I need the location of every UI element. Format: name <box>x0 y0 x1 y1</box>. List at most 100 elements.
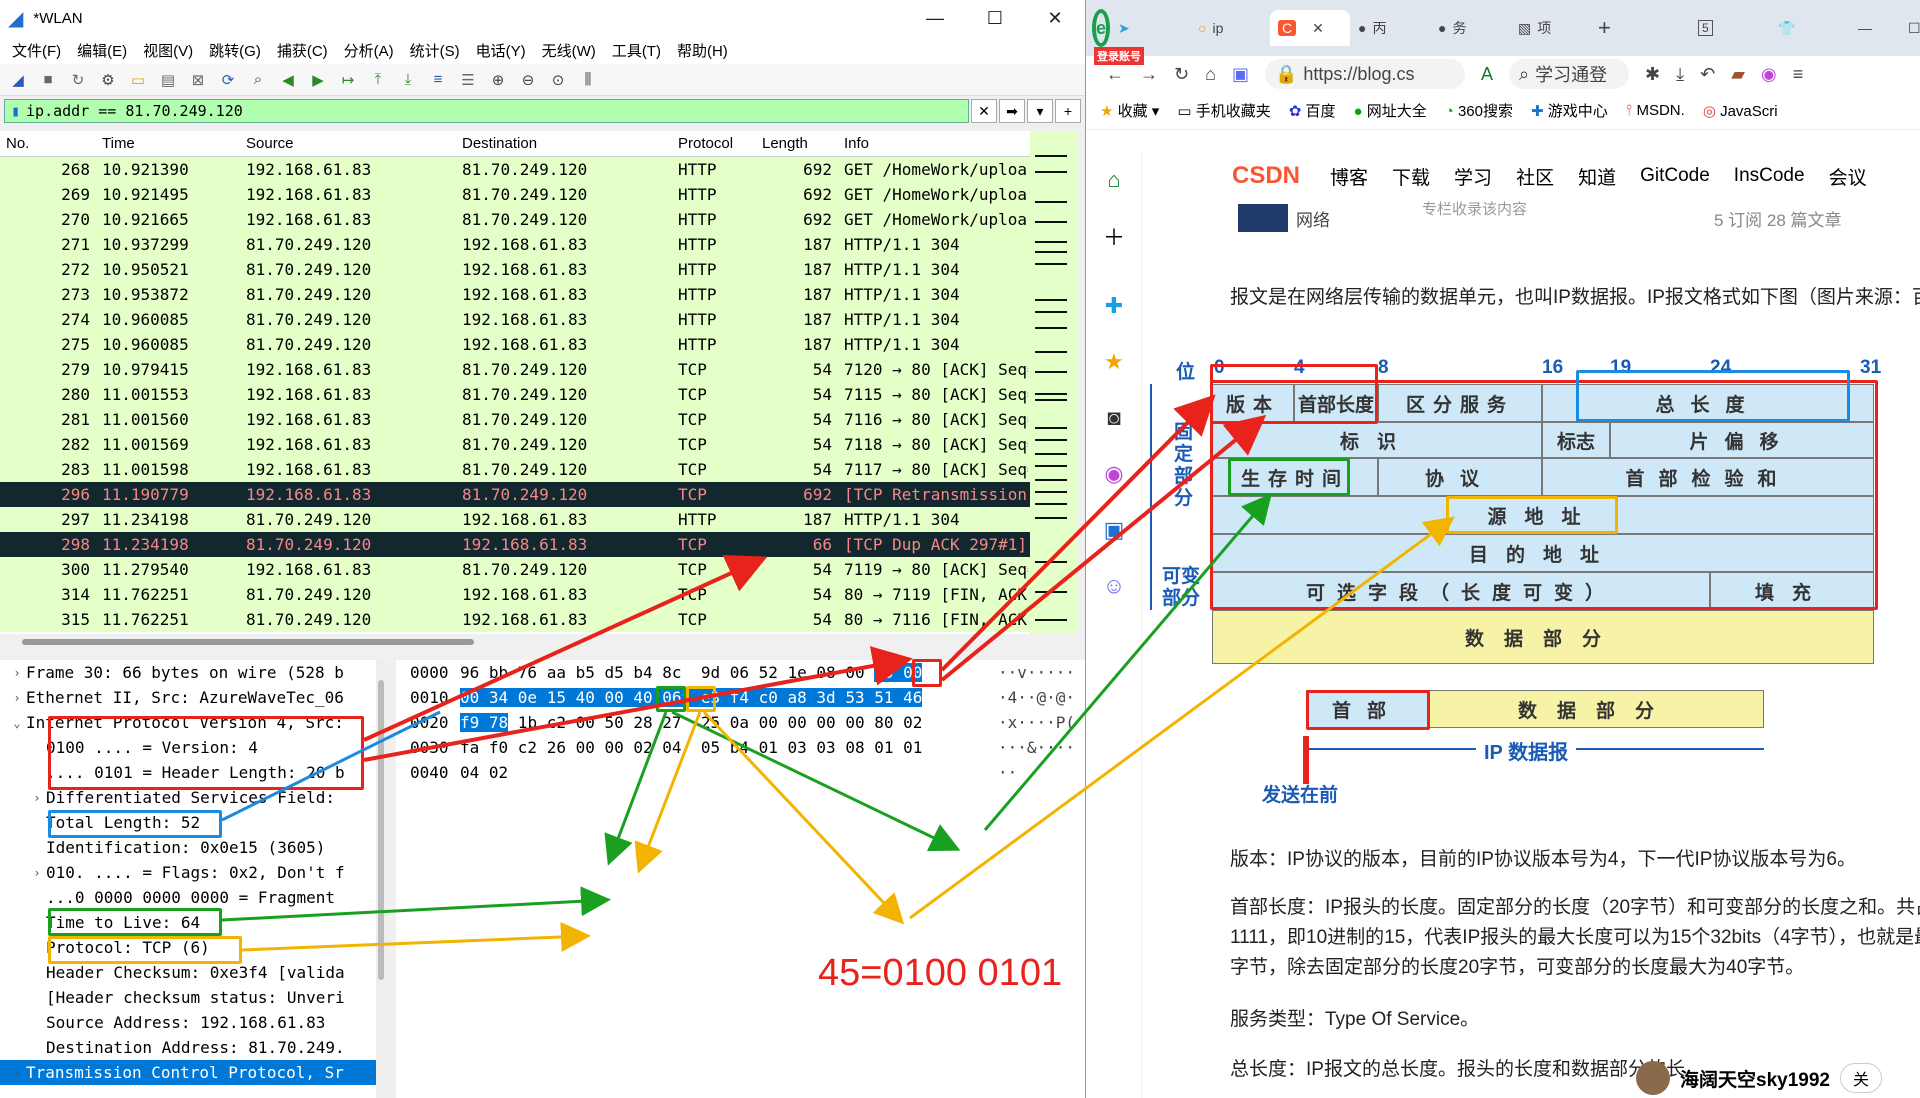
menu-statistics[interactable]: 统计(S) <box>402 40 468 61</box>
expand-arrow-icon[interactable]: › <box>8 1066 26 1080</box>
tab-count[interactable]: 5 <box>1690 10 1770 46</box>
capture-options-icon[interactable]: ⚙ <box>94 67 122 93</box>
ai-assistant-icon[interactable]: ◉ <box>1761 64 1777 85</box>
first-packet-icon[interactable]: ⤒ <box>364 67 392 93</box>
zoom-reset-icon[interactable]: ⊙ <box>544 67 572 93</box>
packet-row[interactable]: 275 10.960085 81.70.249.120 192.168.61.83 HT… <box>0 332 1030 357</box>
close-file-icon[interactable]: ⊠ <box>184 67 212 93</box>
hex-row[interactable]: 0020 f9 78 1b c2 00 50 28 27 25 0a 00 00 … <box>396 710 1085 735</box>
menu-edit[interactable]: 编辑(E) <box>69 40 135 61</box>
side-ai2-icon[interactable]: ▣ <box>1086 502 1142 558</box>
bm-daquan[interactable]: ● 网址大全 <box>1353 100 1426 121</box>
tab-5[interactable]: ▧ 项 <box>1510 10 1590 46</box>
start-capture-icon[interactable]: ◢ <box>4 67 32 93</box>
filter-dropdown-icon[interactable]: ▾ <box>1027 99 1053 123</box>
col-no[interactable]: No. <box>0 135 96 152</box>
go-forward-icon[interactable]: ▶ <box>304 67 332 93</box>
col-protocol[interactable]: Protocol <box>672 135 756 152</box>
bm-msdn[interactable]: ⫯ MSDN. <box>1626 102 1685 119</box>
packet-row[interactable]: 271 10.937299 81.70.249.120 192.168.61.83 HT… <box>0 232 1030 257</box>
go-back-icon[interactable]: ◀ <box>274 67 302 93</box>
packet-row[interactable]: 280 11.001553 192.168.61.83 81.70.249.120 TC… <box>0 382 1030 407</box>
detail-row[interactable]: ...0 0000 0000 0000 = Fragment <box>0 885 383 910</box>
colorize-icon[interactable]: ☰ <box>454 67 482 93</box>
follow-button[interactable]: 关 <box>1839 1063 1882 1093</box>
tab-4[interactable]: ● 务 <box>1430 10 1510 46</box>
new-tab-button[interactable]: + <box>1590 10 1670 46</box>
open-file-icon[interactable]: ▭ <box>124 67 152 93</box>
packet-row[interactable]: 282 11.001569 192.168.61.83 81.70.249.120 TC… <box>0 432 1030 457</box>
zoom-out-icon[interactable]: ⊖ <box>514 67 542 93</box>
side-game-icon[interactable]: ◙ <box>1086 390 1142 446</box>
undo-icon[interactable]: ↶ <box>1700 64 1715 85</box>
resize-columns-icon[interactable]: ⫼ <box>574 67 602 93</box>
br-maximize-button[interactable]: ☐ <box>1900 10 1920 46</box>
bookmark-icon[interactable]: ▮ <box>11 102 20 120</box>
tab-close-icon[interactable]: ✕ <box>1312 20 1324 37</box>
expand-arrow-icon[interactable]: › <box>28 866 46 880</box>
packet-row[interactable]: 296 11.190779 192.168.61.83 81.70.249.120 TC… <box>0 482 1030 507</box>
address-bar[interactable]: 🔒 https://blog.cs <box>1264 59 1465 89</box>
menu-help[interactable]: 帮助(H) <box>669 40 736 61</box>
packet-row[interactable]: 269 10.921495 192.168.61.83 81.70.249.120 HT… <box>0 182 1030 207</box>
packet-row[interactable]: 298 11.234198 81.70.249.120 192.168.61.83 TC… <box>0 532 1030 557</box>
extensions-icon[interactable]: ✱ <box>1645 64 1660 85</box>
col-info[interactable]: Info <box>838 135 1028 152</box>
detail-row[interactable]: [Header checksum status: Unveri <box>0 985 383 1010</box>
details-scrollbar[interactable] <box>376 660 386 1098</box>
search-box[interactable]: ⌕ 学习通登 <box>1509 59 1629 89</box>
menu-telephony[interactable]: 电话(Y) <box>468 40 534 61</box>
menu-wireless[interactable]: 无线(W) <box>534 40 604 61</box>
packet-row[interactable]: 270 10.921665 192.168.61.83 81.70.249.120 HT… <box>0 207 1030 232</box>
hex-row[interactable]: 0010 00 34 0e 15 40 00 40 06 e3 f4 c0 a8 … <box>396 685 1085 710</box>
tab-3[interactable]: ● 丙 <box>1350 10 1430 46</box>
shirt-icon[interactable]: 👕 <box>1770 10 1850 46</box>
download-icon[interactable]: ⤓ <box>1676 64 1684 85</box>
packet-row[interactable]: 273 10.953872 81.70.249.120 192.168.61.83 HT… <box>0 282 1030 307</box>
restart-capture-icon[interactable]: ↻ <box>64 67 92 93</box>
nav-blog[interactable]: 博客 <box>1330 163 1368 190</box>
col-source[interactable]: Source <box>240 135 456 152</box>
add-filter-button-icon[interactable]: + <box>1055 99 1081 123</box>
author-avatar[interactable] <box>1636 1061 1670 1095</box>
bm-games[interactable]: ✚ 游戏中心 <box>1531 100 1608 121</box>
zoom-in-icon[interactable]: ⊕ <box>484 67 512 93</box>
expand-arrow-icon[interactable]: › <box>28 791 46 805</box>
packet-minimap[interactable] <box>1035 131 1067 634</box>
back-icon[interactable]: ← <box>1106 64 1124 85</box>
login-badge[interactable]: 登录账号 <box>1094 47 1144 65</box>
col-length[interactable]: Length <box>756 135 838 152</box>
forward-icon[interactable]: → <box>1140 64 1158 85</box>
detail-row[interactable]: › Ethernet II, Src: AzureWaveTec_06 <box>0 685 383 710</box>
menu-view[interactable]: 视图(V) <box>135 40 201 61</box>
find-packet-icon[interactable]: ⌕ <box>244 67 272 93</box>
detail-row[interactable]: Identification: 0x0e15 (3605) <box>0 835 383 860</box>
menu-analyze[interactable]: 分析(A) <box>336 40 402 61</box>
col-time[interactable]: Time <box>96 135 240 152</box>
hex-row[interactable]: 0000 96 bb 76 aa b5 d5 b4 8c 9d 06 52 1e … <box>396 660 1085 685</box>
detail-row[interactable]: › Frame 30: 66 bytes on wire (528 b <box>0 660 383 685</box>
tab-csdn[interactable]: C ✕ <box>1270 10 1351 46</box>
bm-baidu[interactable]: ✿ 百度 <box>1289 100 1336 121</box>
clear-filter-icon[interactable]: ✕ <box>971 99 997 123</box>
detail-row[interactable]: Destination Address: 81.70.249. <box>0 1035 383 1060</box>
column-cover[interactable] <box>1238 204 1288 232</box>
packet-list-hscrollbar[interactable] <box>0 634 1085 650</box>
close-button[interactable]: ✕ <box>1025 8 1085 29</box>
nav-meeting[interactable]: 会议 <box>1829 163 1867 190</box>
packet-row[interactable]: 297 11.234198 81.70.249.120 192.168.61.83 HT… <box>0 507 1030 532</box>
bm-js[interactable]: ◎ JavaScri <box>1703 102 1778 120</box>
packet-row[interactable]: 279 10.979415 192.168.61.83 81.70.249.120 TC… <box>0 357 1030 382</box>
br-minimize-button[interactable]: — <box>1850 10 1900 46</box>
read-aloud-icon[interactable]: A <box>1481 64 1493 85</box>
side-apps-icon[interactable]: ✚ <box>1086 278 1142 334</box>
packet-row[interactable]: 283 11.001598 192.168.61.83 81.70.249.120 TC… <box>0 457 1030 482</box>
menu-icon[interactable]: ≡ <box>1793 64 1804 85</box>
nav-gitcode[interactable]: GitCode <box>1640 165 1710 187</box>
hex-row[interactable]: 0030 fa f0 c2 26 00 00 02 04 05 b4 01 03 … <box>396 735 1085 760</box>
apply-filter-icon[interactable]: ➡ <box>999 99 1025 123</box>
packet-row[interactable]: 314 11.762251 81.70.249.120 192.168.61.83 TC… <box>0 582 1030 607</box>
nav-download[interactable]: 下载 <box>1392 163 1430 190</box>
nav-community[interactable]: 社区 <box>1516 163 1554 190</box>
bm-mobile[interactable]: ▭ 手机收藏夹 <box>1177 100 1270 121</box>
